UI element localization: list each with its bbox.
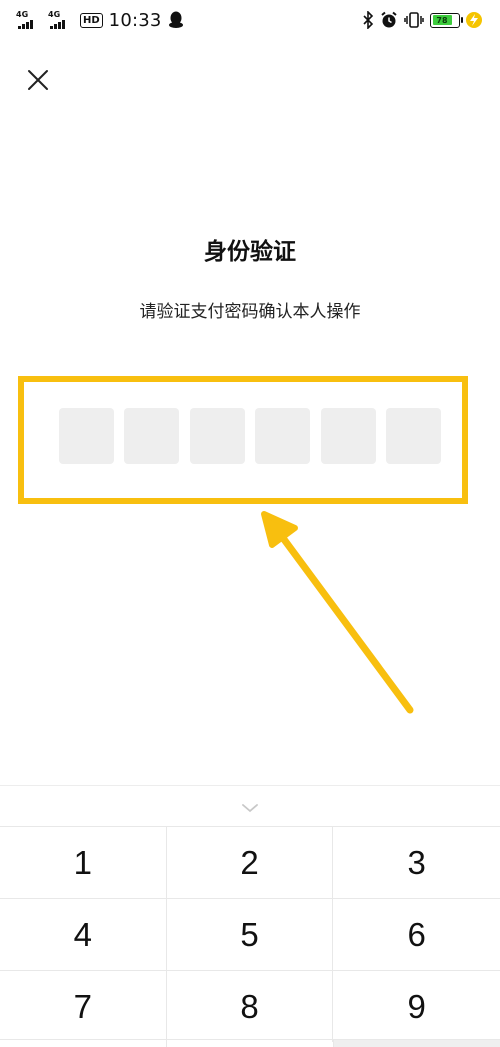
- sim2-signal-icon: 4G: [48, 10, 74, 30]
- qq-icon: [168, 11, 183, 28]
- hd-voice-icon: HD: [80, 12, 103, 28]
- close-button[interactable]: [22, 64, 54, 96]
- keyboard-collapse-button[interactable]: [235, 794, 265, 822]
- numeric-keypad: 1 2 3 4 5 6 7 8 9: [0, 785, 500, 1047]
- sim2-network-label: 4G: [48, 10, 61, 19]
- key-empty: [0, 1040, 167, 1047]
- sim1-signal-icon: 4G: [16, 10, 42, 30]
- chevron-down-icon: [242, 804, 258, 813]
- sim1-network-label: 4G: [16, 10, 29, 19]
- page-subtitle: 请验证支付密码确认本人操作: [139, 302, 361, 322]
- key-5[interactable]: 5: [166, 898, 334, 970]
- alarm-icon: [381, 11, 397, 28]
- status-bar: 4G 4G HD 10:33 78: [0, 0, 500, 40]
- close-icon: [28, 70, 48, 90]
- keypad-grid: 1 2 3 4 5 6 7 8 9: [0, 826, 500, 1042]
- charging-icon: [466, 12, 482, 28]
- bluetooth-icon: [363, 11, 374, 29]
- key-9[interactable]: 9: [333, 970, 500, 1042]
- key-8[interactable]: 8: [166, 970, 334, 1042]
- key-0-partial[interactable]: [167, 1040, 334, 1047]
- vibrate-icon: [404, 12, 424, 28]
- highlight-box: [18, 376, 468, 504]
- status-bar-left: 4G 4G HD 10:33: [16, 10, 184, 31]
- key-7[interactable]: 7: [0, 970, 167, 1042]
- screen: 4G 4G HD 10:33 78 身份验证 请验证支付密码确认本人操作 1 2…: [0, 0, 500, 1047]
- key-4[interactable]: 4: [0, 898, 167, 970]
- keypad-bottom-row: [0, 1039, 500, 1047]
- status-bar-right: 78: [362, 11, 482, 29]
- key-2[interactable]: 2: [166, 826, 334, 898]
- battery-level: 78: [432, 15, 452, 25]
- key-1[interactable]: 1: [0, 826, 167, 898]
- battery-icon: 78: [430, 12, 463, 28]
- key-6[interactable]: 6: [333, 898, 500, 970]
- key-delete-partial[interactable]: [334, 1040, 500, 1047]
- page-title: 身份验证: [204, 239, 296, 265]
- key-3[interactable]: 3: [333, 826, 500, 898]
- status-time: 10:33: [108, 9, 162, 31]
